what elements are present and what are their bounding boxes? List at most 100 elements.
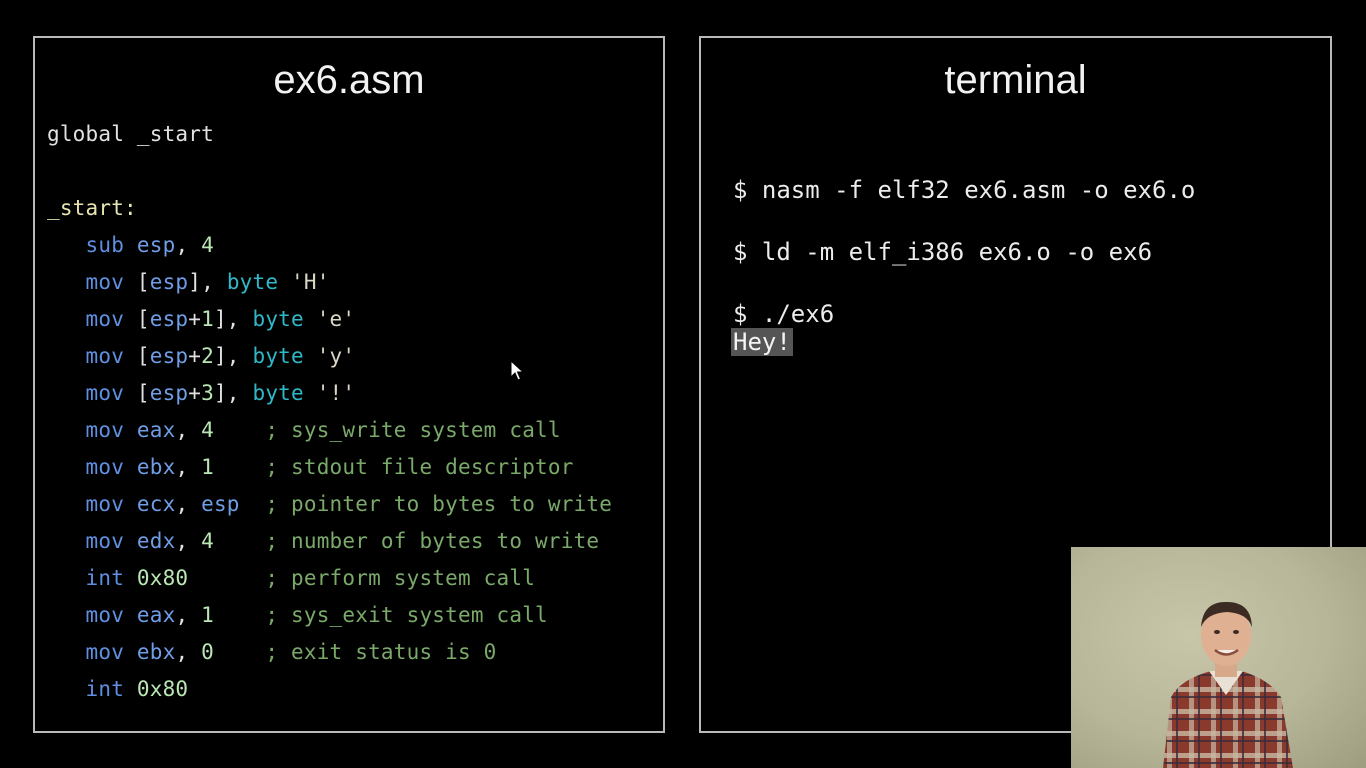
code-line: mov [esp+3], byte '!' <box>47 375 612 412</box>
code-token-kw: mov <box>85 640 125 664</box>
code-token-plain: global _start <box>47 122 214 146</box>
code-token-num: 4 <box>201 418 214 442</box>
code-line: int 0x80 <box>47 671 612 708</box>
code-token-reg: eax <box>136 418 176 442</box>
code-token-reg: eax <box>136 603 176 627</box>
code-token-num: 4 <box>201 529 214 553</box>
code-line: _start: <box>47 190 612 227</box>
code-token-type: byte <box>252 381 304 405</box>
code-token-kw: mov <box>85 344 125 368</box>
code-token-plain: , <box>175 603 202 627</box>
code-token-num: 1 <box>201 307 214 331</box>
code-token-kw: mov <box>85 307 125 331</box>
code-line: int 0x80 ; perform system call <box>47 560 612 597</box>
code-line: mov [esp+2], byte 'y' <box>47 338 612 375</box>
code-token-reg: esp <box>136 233 176 257</box>
code-token-cmt: ; stdout file descriptor <box>265 455 574 479</box>
code-token-label: _start: <box>47 196 137 220</box>
code-token-plain: [ <box>124 307 150 331</box>
code-line: mov ebx, 0 ; exit status is 0 <box>47 634 612 671</box>
code-token-plain: [ <box>124 344 150 368</box>
code-token-plain: , <box>175 529 202 553</box>
code-token-kw: mov <box>85 418 125 442</box>
code-token-num: 1 <box>201 603 214 627</box>
code-token-kw: mov <box>85 381 125 405</box>
code-token-type: byte <box>252 307 304 331</box>
code-token-plain: , <box>175 418 202 442</box>
code-token-plain: [ <box>124 270 150 294</box>
presenter-image <box>1163 601 1293 768</box>
code-line: sub esp, 4 <box>47 227 612 264</box>
terminal-command-ld: $ ld -m elf_i386 ex6.o -o ex6 <box>733 238 1153 266</box>
code-token-reg: esp <box>149 270 189 294</box>
code-token-reg: esp <box>149 344 189 368</box>
code-token-num: 3 <box>201 381 214 405</box>
code-token-plain: , <box>175 233 202 257</box>
code-token-plain: [ <box>124 381 150 405</box>
code-token-reg: ebx <box>136 455 176 479</box>
code-token-plain: + <box>188 344 202 368</box>
code-token-kw: mov <box>85 270 125 294</box>
code-token-str: 'y' <box>303 344 356 368</box>
code-token-num: 2 <box>201 344 214 368</box>
code-line: mov edx, 4 ; number of bytes to write <box>47 523 612 560</box>
code-line: mov eax, 1 ; sys_exit system call <box>47 597 612 634</box>
code-line: mov ebx, 1 ; stdout file descriptor <box>47 449 612 486</box>
code-line: mov [esp], byte 'H' <box>47 264 612 301</box>
code-token-plain: + <box>188 381 202 405</box>
code-token-plain: , <box>175 492 202 516</box>
code-line: global _start <box>47 116 612 153</box>
code-token-num: 0x80 <box>136 566 189 590</box>
code-line: mov [esp+1], byte 'e' <box>47 301 612 338</box>
editor-panel: ex6.asm global _start _start: sub esp, 4… <box>33 36 665 733</box>
code-token-num: 1 <box>201 455 214 479</box>
program-output: Hey! <box>731 328 793 356</box>
code-line: mov ecx, esp ; pointer to bytes to write <box>47 486 612 523</box>
code-token-reg: edx <box>136 529 176 553</box>
code-token-cmt: ; perform system call <box>265 566 536 590</box>
terminal-title: terminal <box>944 58 1087 102</box>
code-token-kw: mov <box>85 492 125 516</box>
code-token-num: 0x80 <box>136 677 189 701</box>
code-token-type: byte <box>252 344 304 368</box>
code-token-plain: + <box>188 307 202 331</box>
code-token-cmt: ; sys_exit system call <box>265 603 548 627</box>
code-token-kw: sub <box>85 233 125 257</box>
code-token-num: 4 <box>201 233 214 257</box>
code-token-str: 'e' <box>303 307 356 331</box>
code-token-kw: int <box>85 677 125 701</box>
mouse-pointer-icon <box>510 360 524 381</box>
code-token-type: byte <box>226 270 279 294</box>
code-token-plain: ], <box>213 307 253 331</box>
code-token-plain: ], <box>188 270 227 294</box>
code-block: global _start _start: sub esp, 4 mov [es… <box>47 116 612 708</box>
code-token-kw: int <box>85 566 125 590</box>
code-token-cmt: ; sys_write system call <box>265 418 561 442</box>
code-token-plain: ], <box>213 344 253 368</box>
code-token-kw: mov <box>85 603 125 627</box>
